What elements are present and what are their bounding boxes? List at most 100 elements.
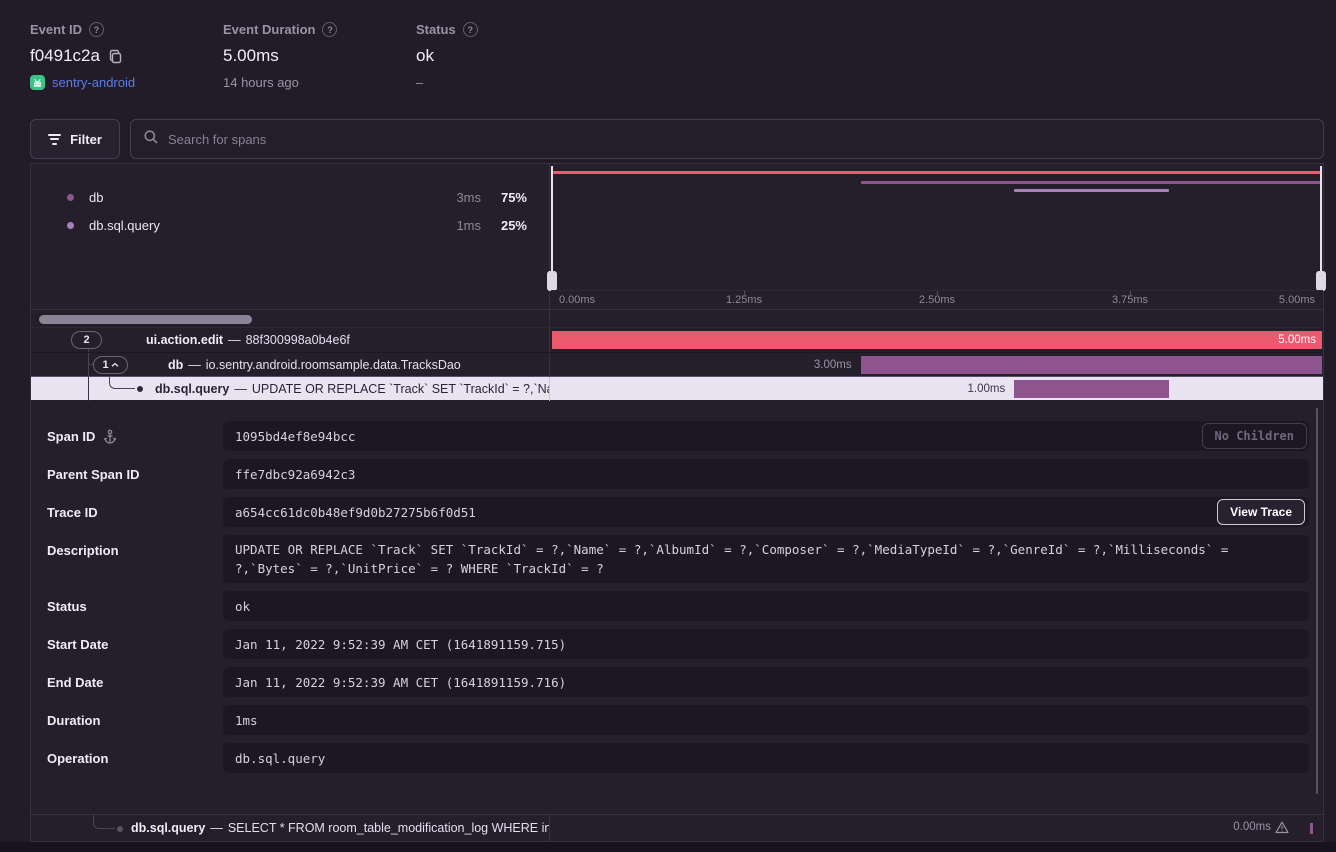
no-children-badge: No Children [1202, 423, 1307, 449]
op-name: db [89, 190, 103, 205]
search-input[interactable] [168, 132, 1311, 147]
ops-breakdown-row: db 3ms 75% [31, 187, 549, 207]
detail-label: Operation [47, 751, 108, 766]
event-duration-column: Event Duration ? 5.00ms 14 hours ago [223, 22, 337, 90]
tree-scroll-row [31, 310, 1323, 328]
span-bar-db[interactable] [861, 356, 1322, 374]
chevron-up-icon [111, 362, 119, 368]
android-project-icon [30, 75, 45, 90]
status-sub: – [416, 75, 423, 90]
end-date-value: Jan 11, 2022 9:52:39 AM CET (1641891159.… [223, 667, 1309, 697]
span-details: Span ID 1095bd4ef8e94bcc No Children Par… [31, 400, 1323, 802]
operation-value: db.sql.query [223, 743, 1309, 773]
span-duration: 5.00ms [1278, 331, 1316, 349]
detail-label: Start Date [47, 637, 108, 652]
span-row-root[interactable]: 2 ui.action.edit — 88f300998a0b4e6f 5.00… [31, 328, 1323, 352]
filter-button-label: Filter [70, 132, 102, 147]
trace-minimap[interactable]: 0.00ms 1.25ms 2.50ms 3.75ms 5.00ms [551, 164, 1323, 309]
spans-overview: db 3ms 75% db.sql.query 1ms 25% [31, 164, 1323, 310]
search-icon [143, 129, 159, 150]
span-row-select-query[interactable]: db.sql.query — SELECT * FROM room_table_… [31, 814, 1323, 842]
event-detail-page: Event ID ? f0491c2a [0, 0, 1336, 842]
spans-toolbar: Filter [30, 119, 1324, 159]
tree-node-dot [137, 386, 143, 392]
span-op: db.sql.query [131, 821, 205, 835]
anchor-icon[interactable] [103, 429, 117, 444]
detail-label: End Date [47, 675, 103, 690]
status-value: ok [416, 46, 434, 66]
event-age: 14 hours ago [223, 75, 299, 90]
span-search [130, 119, 1324, 159]
separator-dash: — [210, 821, 223, 835]
event-duration-label: Event Duration [223, 22, 315, 37]
detail-label: Status [47, 599, 87, 614]
span-row-db[interactable]: 1 db — io.sentry.android.roomsample.data… [31, 352, 1323, 376]
horizontal-scrollbar[interactable] [39, 315, 252, 324]
span-bar-query[interactable] [1014, 380, 1169, 398]
op-color-dot [67, 194, 74, 201]
minimap-grab-right[interactable] [1316, 271, 1326, 291]
detail-label: Parent Span ID [47, 467, 139, 482]
event-id-label: Event ID [30, 22, 82, 37]
tree-connector [93, 815, 115, 829]
span-duration: 0.00ms [1233, 815, 1289, 839]
start-date-value: Jan 11, 2022 9:52:39 AM CET (1641891159.… [223, 629, 1309, 659]
separator-dash: — [188, 358, 201, 372]
parent-span-id-value: ffe7dbc92a6942c3 [223, 459, 1309, 489]
vertical-scrollbar[interactable] [1316, 408, 1318, 794]
minimap-canvas[interactable] [551, 164, 1323, 291]
event-duration-value: 5.00ms [223, 46, 279, 66]
op-percent: 75% [501, 190, 527, 205]
minimap-span-root [553, 171, 1321, 174]
axis-tick: 2.50ms [919, 294, 955, 306]
span-op: db [168, 358, 183, 372]
minimap-span-db [861, 181, 1321, 184]
minimap-grab-left[interactable] [547, 271, 557, 291]
span-description: UPDATE OR REPLACE `Track` SET `TrackId` … [252, 382, 550, 396]
span-description: SELECT * FROM room_table_modification_lo… [228, 821, 550, 835]
view-trace-button[interactable]: View Trace [1217, 499, 1305, 525]
op-duration: 3ms [456, 190, 481, 205]
detail-label: Description [47, 543, 119, 558]
span-description: 88f300998a0b4e6f [246, 333, 350, 347]
span-op: db.sql.query [155, 382, 229, 396]
help-icon[interactable]: ? [463, 22, 478, 37]
span-bar-root[interactable]: 5.00ms [552, 331, 1322, 349]
warning-icon [1275, 821, 1289, 834]
op-color-dot [67, 222, 74, 229]
trace-id-value: a654cc61dc0b48ef9d0b27275b6f0d51 View Tr… [223, 497, 1309, 527]
tree-connector [88, 377, 89, 401]
event-id-value: f0491c2a [30, 46, 100, 66]
duration-value: 1ms [223, 705, 1309, 735]
detail-label: Trace ID [47, 505, 98, 520]
minimap-span-query [1014, 189, 1169, 192]
op-name: db.sql.query [89, 218, 160, 233]
span-children-badge[interactable]: 2 [71, 331, 102, 349]
minimap-handle-right[interactable] [1320, 166, 1322, 273]
span-children-badge[interactable]: 1 [93, 356, 128, 374]
event-id-column: Event ID ? f0491c2a [30, 22, 135, 90]
filter-icon [48, 131, 61, 147]
span-id-value: 1095bd4ef8e94bcc No Children [223, 421, 1309, 451]
help-icon[interactable]: ? [89, 22, 104, 37]
spans-panel: db 3ms 75% db.sql.query 1ms 25% [30, 163, 1324, 841]
axis-tick: 3.75ms [1112, 294, 1148, 306]
status-column: Status ? ok – [416, 22, 478, 90]
span-duration: 3.00ms [814, 353, 852, 377]
filter-button[interactable]: Filter [30, 119, 120, 159]
copy-icon[interactable] [108, 49, 123, 64]
separator-dash: — [228, 333, 241, 347]
help-icon[interactable]: ? [322, 22, 337, 37]
op-duration: 1ms [456, 218, 481, 233]
tree-connector [88, 353, 89, 377]
span-duration: 1.00ms [967, 377, 1005, 401]
span-row-query-selected[interactable]: db.sql.query — UPDATE OR REPLACE `Track`… [31, 376, 1323, 400]
tree-connector [109, 377, 135, 389]
axis-tick: 0.00ms [559, 294, 595, 306]
minimap-handle-left[interactable] [551, 166, 553, 273]
project-link[interactable]: sentry-android [52, 75, 135, 90]
tree-node-dot [117, 826, 123, 832]
ops-breakdown-row: db.sql.query 1ms 25% [31, 215, 549, 235]
event-header: Event ID ? f0491c2a [30, 22, 1336, 102]
axis-tick: 1.25ms [726, 294, 762, 306]
